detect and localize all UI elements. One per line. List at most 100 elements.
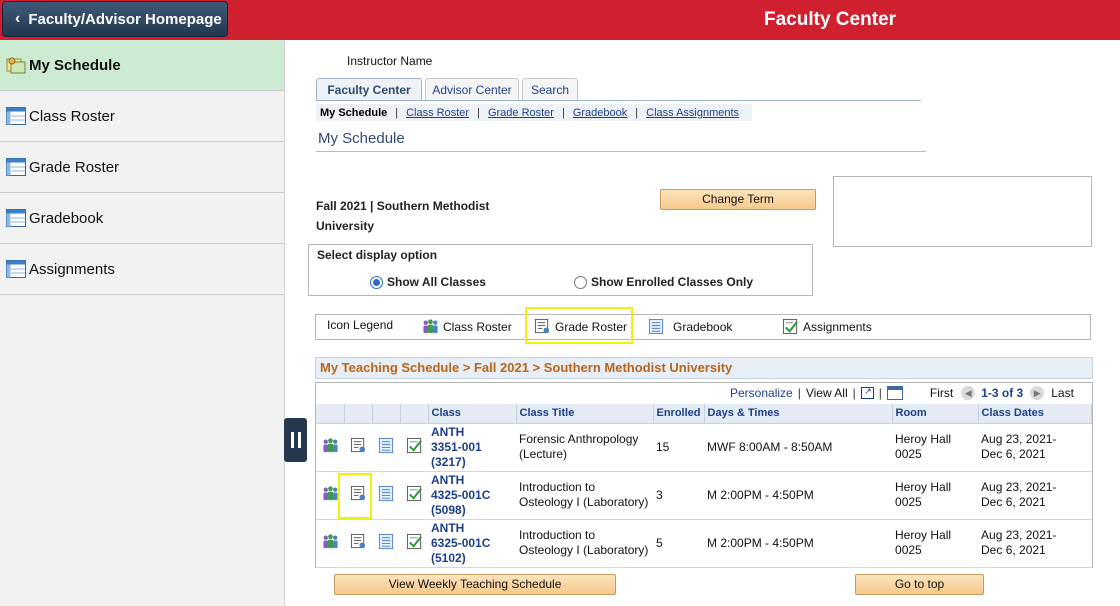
radio-label: Show Enrolled Classes Only [591,275,754,289]
row-range: 1-3 of 3 [981,386,1024,400]
radio-unselected-icon[interactable] [574,275,587,289]
room: Heroy Hall 0025 [892,471,979,520]
collapse-sidebar-handle[interactable] [284,418,307,462]
next-arrow-icon[interactable]: ▶ [1030,386,1045,400]
radio-show-all-classes[interactable]: Show All Classes [370,275,486,289]
grade-roster-icon[interactable] [344,519,372,568]
term-label: Fall 2021 | Southern Methodist Universit… [316,196,506,236]
sidebar-item-my-schedule[interactable]: My Schedule [0,40,284,91]
highlight-box [525,307,633,344]
subnav-class-roster[interactable]: Class Roster [406,107,469,119]
class-roster-icon[interactable] [316,423,344,472]
sidebar-item-class-roster[interactable]: Class Roster [0,91,284,142]
table-icon [0,158,29,176]
view-all-link[interactable]: View All [806,386,848,400]
go-to-top-button[interactable]: Go to top [855,574,984,595]
column-header-class[interactable]: Class [428,404,517,424]
legend-title: Icon Legend [327,318,394,332]
first-label: First [929,386,954,400]
app-title: Faculty Center [764,9,896,30]
table-icon [0,107,29,125]
class-dates: Aug 23, 2021- Dec 6, 2021 [978,423,1092,472]
term-line-1: Fall 2021 | Southern Methodist [316,199,490,213]
tab-search[interactable]: Search [522,78,578,101]
download-icon[interactable] [886,386,903,400]
radio-show-enrolled-only[interactable]: Show Enrolled Classes Only [574,275,753,289]
page-title: My Schedule [318,130,405,147]
teaching-schedule-table: Class Class Title Enrolled Days & Times … [316,404,1093,568]
tab-faculty-center[interactable]: Faculty Center [316,78,422,101]
enrolled-count: 3 [653,471,705,520]
column-header-days-times[interactable]: Days & Times [704,404,893,424]
chevron-left-icon: ‹ [15,10,21,27]
column-header-enrolled[interactable]: Enrolled [653,404,705,424]
home-button-label: Faculty/Advisor Homepage [28,10,222,28]
table-icon [0,209,29,227]
radio-selected-icon[interactable] [370,275,383,289]
subnav-gradebook[interactable]: Gradebook [573,107,627,119]
table-row: ANTH 3351-001 (3217) Forensic Anthropology… [316,423,1092,472]
gradebook-icon [648,318,665,335]
gradebook-icon[interactable] [372,423,400,472]
personalize-link[interactable]: Personalize [730,386,793,400]
grade-roster-icon[interactable] [344,423,372,472]
enrolled-count: 15 [653,423,705,472]
gradebook-icon[interactable] [372,471,400,520]
legend-gradebook: Gradebook [648,318,732,335]
sidebar-item-assignments[interactable]: Assignments [0,244,284,295]
table-row: ANTH 6325-001C (5102) Introduction to Osteo… [316,519,1092,568]
empty-panel [833,176,1092,247]
assignments-icon[interactable] [400,423,428,472]
subnav-grade-roster[interactable]: Grade Roster [488,107,554,119]
top-bar: ‹ Faculty/Advisor Homepage Faculty Cente… [0,0,1120,40]
class-title: Forensic Anthropology (Lecture) [516,423,653,472]
sidebar-item-label: My Schedule [29,56,121,74]
highlight-box [338,473,372,519]
sidebar-item-label: Grade Roster [29,158,120,176]
class-dates: Aug 23, 2021- Dec 6, 2021 [978,471,1092,520]
tab-underline [316,100,921,101]
subnav-my-schedule[interactable]: My Schedule [320,107,387,119]
days-times: M 2:00PM - 4:50PM [704,519,893,568]
column-header-room[interactable]: Room [892,404,979,424]
days-times: M 2:00PM - 4:50PM [704,471,893,520]
pause-icon [290,432,294,448]
room: Heroy Hall 0025 [892,423,979,472]
change-term-button[interactable]: Change Term [660,189,816,210]
class-link[interactable]: ANTH 6325-001C (5102) [428,519,516,568]
gradebook-icon[interactable] [372,519,400,568]
faculty-advisor-homepage-button[interactable]: ‹ Faculty/Advisor Homepage [2,1,228,37]
zoom-icon[interactable]: ↗ [860,386,874,399]
instructor-name: Instructor Name [347,54,433,68]
sidebar-item-label: Class Roster [29,107,115,125]
column-header-class-title[interactable]: Class Title [516,404,654,424]
legend-assignments: Assignments [782,318,872,335]
previous-arrow-icon[interactable]: ◀ [961,386,976,400]
class-dates: Aug 23, 2021- Dec 6, 2021 [978,519,1092,568]
assignments-icon [782,318,799,335]
assignments-icon[interactable] [400,519,428,568]
sidebar-item-label: Assignments [29,260,115,278]
column-header-class-dates[interactable]: Class Dates [978,404,1093,424]
divider [316,151,926,152]
enrolled-count: 5 [653,519,705,568]
grid-navigation: Personalize | View All | ↗ | First ◀ 1-3… [730,386,1074,400]
class-link[interactable]: ANTH 3351-001 (3217) [428,423,516,472]
term-line-2: University [316,219,375,233]
tab-advisor-center[interactable]: Advisor Center [425,78,519,101]
assignments-icon[interactable] [400,471,428,520]
subnav-class-assignments[interactable]: Class Assignments [646,107,739,119]
class-link[interactable]: ANTH 4325-001C (5098) [428,471,516,520]
display-option-label: Select display option [317,248,438,262]
table-row: ANTH 4325-001C (5098) Introduction to Osteo… [316,471,1092,520]
sidebar-item-grade-roster[interactable]: Grade Roster [0,142,284,193]
sidebar: My Schedule Class Roster Grade Roster Gr… [0,40,285,606]
sub-navigation: My Schedule | Class Roster | Grade Roste… [316,104,752,121]
table-icon [0,260,29,278]
days-times: MWF 8:00AM - 8:50AM [704,423,893,472]
view-weekly-schedule-button[interactable]: View Weekly Teaching Schedule [334,574,616,595]
class-title: Introduction to Osteology I (Laboratory) [516,471,653,520]
legend-class-roster: Class Roster [422,318,512,335]
class-roster-icon[interactable] [316,519,344,568]
sidebar-item-gradebook[interactable]: Gradebook [0,193,284,244]
